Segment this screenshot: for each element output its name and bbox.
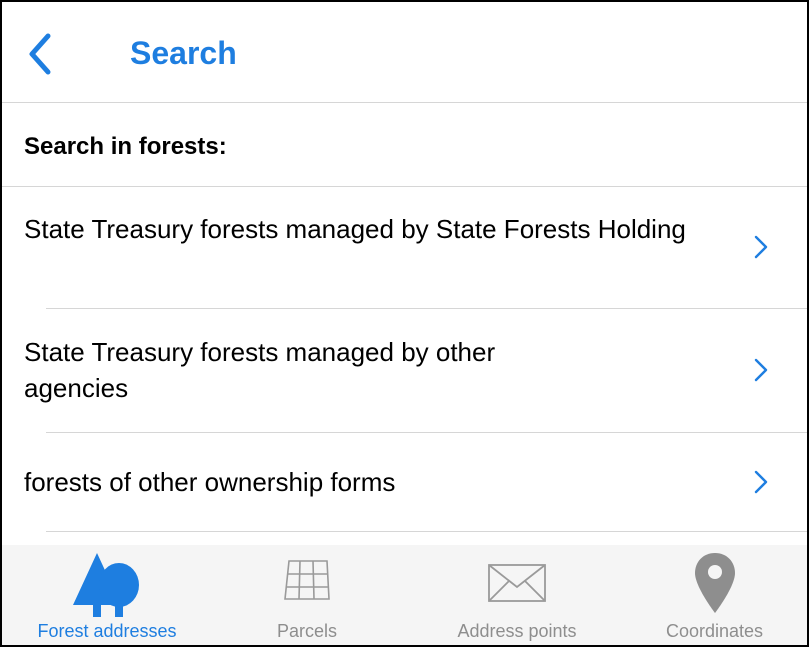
tab-coordinates[interactable]: Coordinates <box>622 545 807 645</box>
trees-icon <box>73 553 139 617</box>
separator <box>46 531 807 532</box>
list-item-label: State Treasury forests managed by other … <box>24 337 496 403</box>
tab-parcels[interactable]: Parcels <box>212 545 402 645</box>
list-item-label: forests of other ownership forms <box>24 467 396 497</box>
chevron-right-icon <box>754 358 768 382</box>
tab-label: Coordinates <box>665 621 764 641</box>
list-item-label: State Treasury forests managed by State … <box>24 214 686 244</box>
nav-bar: Search <box>2 2 807 103</box>
envelope-icon <box>488 564 546 602</box>
tab-label: Forest addresses <box>37 621 177 641</box>
back-button[interactable] <box>20 30 64 78</box>
app-screen: Search Search in forests: State Treasury… <box>0 0 809 647</box>
section-header-label: Search in forests: <box>24 133 227 160</box>
tab-label: Address points <box>457 621 577 641</box>
chevron-right-icon <box>754 470 768 494</box>
list-item-other-agencies[interactable]: State Treasury forests managed by other … <box>2 309 807 431</box>
tab-bar: Forest addresses Parcels Address points … <box>2 545 807 645</box>
location-pin-icon <box>694 553 735 613</box>
tab-address-points[interactable]: Address points <box>412 545 622 645</box>
chevron-right-icon <box>754 235 768 259</box>
page-title: Search <box>130 35 237 71</box>
list-item-other-ownership[interactable]: forests of other ownership forms <box>2 433 807 531</box>
section-header: Search in forests: <box>2 103 807 187</box>
tab-forest-addresses[interactable]: Forest addresses <box>2 545 212 645</box>
tab-label: Parcels <box>276 621 338 641</box>
chevron-left-icon <box>29 33 51 75</box>
list-item-state-forests-holding[interactable]: State Treasury forests managed by State … <box>2 187 807 307</box>
grid-parcels-icon <box>284 560 330 600</box>
